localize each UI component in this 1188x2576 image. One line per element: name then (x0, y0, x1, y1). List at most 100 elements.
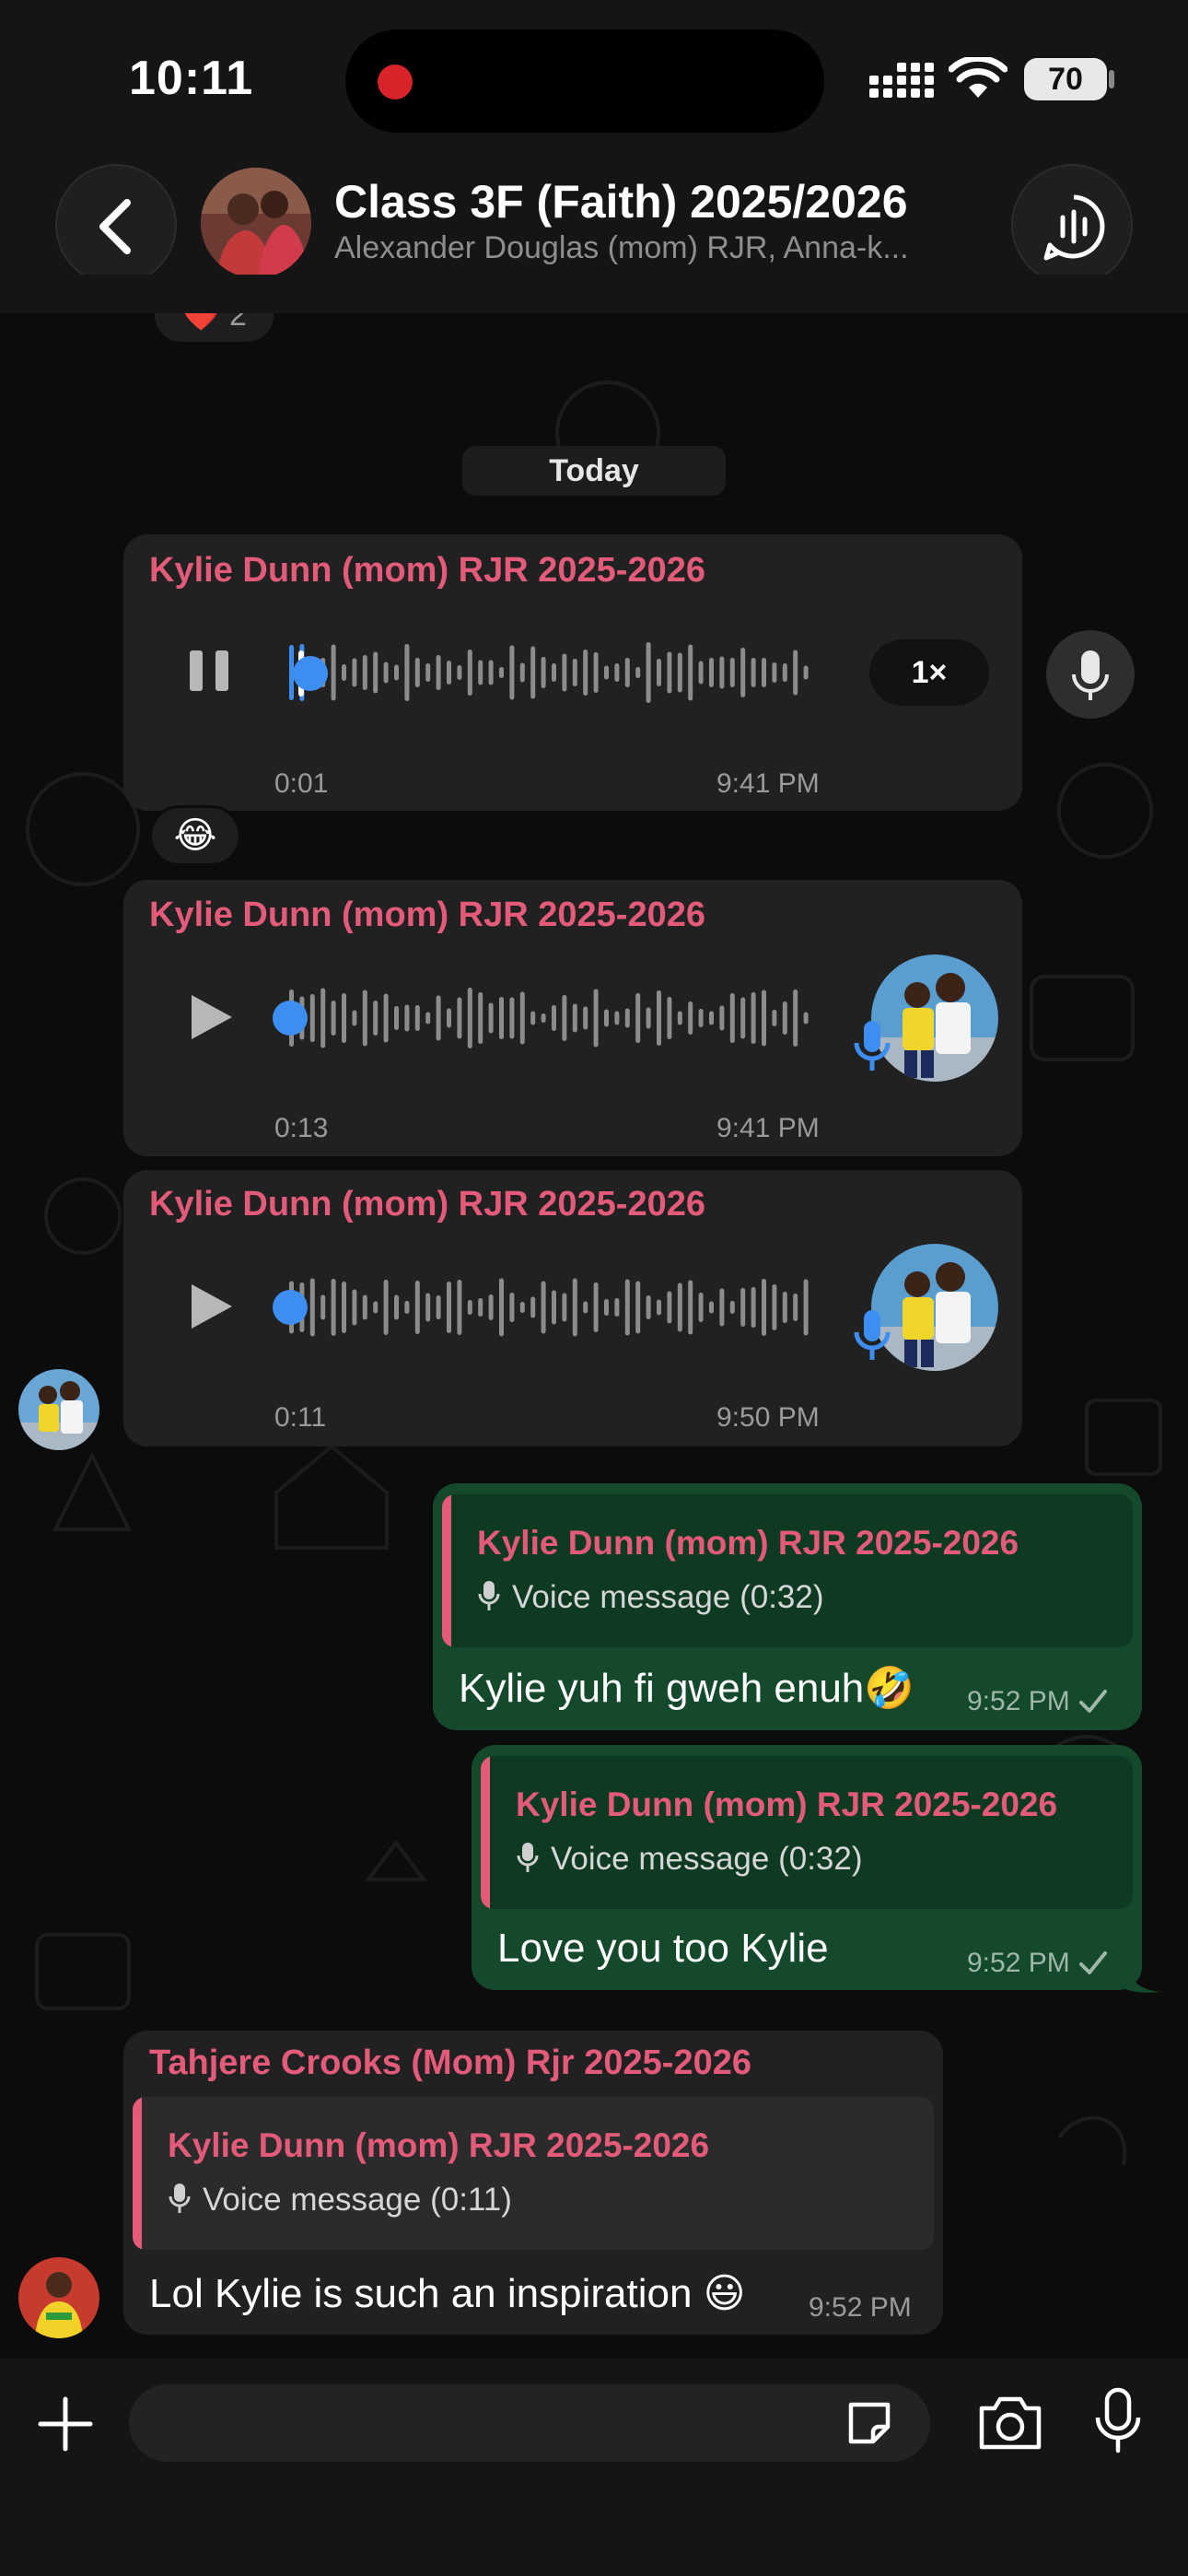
waveform-bar (342, 993, 346, 1043)
sender-name[interactable]: Kylie Dunn (mom) RJR 2025-2026 (149, 551, 705, 591)
waveform-bar (729, 993, 735, 1043)
waveform-bar (467, 988, 472, 1048)
waveform-bar (414, 1281, 420, 1334)
waveform-bar (782, 663, 787, 682)
message-time: 9:52 PM (809, 2292, 912, 2323)
waveform-bar (677, 1282, 682, 1332)
chat-title[interactable]: Class 3F (Faith) 2025/2026 (334, 175, 908, 228)
waveform-bar (352, 1010, 357, 1026)
voice-duration: 0:11 (274, 1402, 327, 1433)
waveform-bar (583, 1301, 588, 1314)
play-icon[interactable] (184, 991, 236, 1043)
waveform-bar (530, 646, 536, 699)
waveform-bar (709, 1011, 714, 1025)
waveform-bar (709, 658, 714, 687)
waveform-bar (342, 1282, 346, 1333)
reply-quote[interactable] (442, 1494, 1133, 1647)
waveform-bar (593, 1282, 599, 1332)
message-text: Love you too Kylie (497, 1926, 829, 1971)
group-avatar[interactable] (201, 168, 311, 278)
status-time: 10:11 (129, 52, 254, 105)
waveform-bar (436, 1295, 441, 1319)
waveform-bar (562, 1293, 567, 1322)
sender-name[interactable]: Tahjere Crooks (Mom) Rjr 2025-2026 (149, 2043, 751, 2083)
waveform-bar (762, 658, 766, 687)
battery-icon (1109, 70, 1114, 88)
wifi-icon (949, 57, 1007, 98)
playback-position-knob[interactable] (293, 656, 328, 691)
waveform-bar (698, 1009, 704, 1027)
playback-position-knob[interactable] (273, 1290, 308, 1325)
plus-icon[interactable] (33, 2392, 98, 2456)
sticker-icon[interactable] (842, 2395, 897, 2451)
waveform-bar (541, 657, 546, 688)
waveform-bar (519, 1302, 525, 1313)
dynamic-island (345, 29, 824, 133)
pause-icon[interactable] (184, 645, 236, 697)
message-text: Kylie yuh fi gweh enuh🤣 (459, 1666, 915, 1711)
playback-position-knob[interactable] (273, 1001, 308, 1036)
waveform[interactable] (285, 981, 820, 1055)
sender-avatar[interactable] (18, 1369, 99, 1450)
waveform-bar (572, 659, 577, 686)
waveform-bar (709, 1301, 714, 1314)
waveform-bar (478, 660, 483, 685)
waveform-bar (803, 1279, 809, 1336)
waveform[interactable] (285, 1270, 820, 1344)
reply-quote[interactable] (133, 2097, 934, 2250)
quote-text: Voice message (0:32) (512, 1579, 824, 1615)
header-overlay (0, 275, 1188, 313)
waveform-bar (425, 1012, 431, 1025)
waveform-bar (772, 662, 777, 683)
waveform-bar (719, 1005, 725, 1031)
waveform-bar (404, 1004, 410, 1032)
voice-duration: 0:01 (274, 768, 329, 799)
back-button[interactable] (55, 164, 177, 286)
waveform-bar (698, 1293, 704, 1322)
waveform-bar (688, 1001, 693, 1035)
waveform-bar (530, 1011, 536, 1025)
waveform[interactable] (285, 636, 820, 709)
waveform-bar (667, 651, 672, 694)
waveform-bar (614, 1011, 620, 1025)
message-reaction[interactable]: 😂 (149, 805, 241, 866)
waveform-bar (309, 1278, 315, 1337)
waveform-bar (646, 1007, 651, 1029)
sender-name[interactable]: Kylie Dunn (mom) RJR 2025-2026 (149, 896, 705, 935)
waveform-bar (635, 1281, 641, 1334)
waveform-bar (499, 1278, 504, 1337)
quote-text: Voice message (0:11) (203, 2182, 512, 2218)
reply-quote[interactable] (481, 1756, 1133, 1909)
message-text: Lol Kylie is such an inspiration 😃 (149, 2271, 746, 2316)
waveform-bar (572, 1003, 577, 1033)
waveform-bar (509, 1293, 515, 1322)
waveform-bar (572, 1278, 577, 1337)
play-icon[interactable] (184, 1281, 236, 1332)
message-time: 9:41 PM (716, 1113, 820, 1143)
waveform-bar (331, 1001, 336, 1036)
waveform-bar (362, 655, 367, 690)
waveform-bar (562, 653, 567, 692)
playback-speed-button[interactable]: 1× (869, 639, 989, 706)
chat-subtitle[interactable]: Alexander Douglas (mom) RJR, Anna-k... (334, 230, 979, 266)
message-input[interactable] (129, 2384, 930, 2462)
group-photo (201, 168, 311, 278)
quote-accent-bar (442, 1494, 451, 1647)
camera-icon[interactable] (976, 2392, 1044, 2453)
sender-name[interactable]: Kylie Dunn (mom) RJR 2025-2026 (149, 1185, 705, 1224)
microphone-icon[interactable] (1092, 2386, 1144, 2458)
waveform-bar (729, 658, 735, 687)
voice-chat-button[interactable] (1011, 164, 1133, 286)
waveform-bar (519, 991, 525, 1045)
waveform-bar (604, 1299, 609, 1316)
sender-avatar[interactable] (18, 2257, 99, 2338)
waveform-bar (646, 1295, 651, 1319)
waveform-bar (342, 664, 346, 681)
waveform-bar (425, 1293, 431, 1322)
waveform-bar (782, 1001, 787, 1035)
waveform-bar (320, 1294, 326, 1320)
waveform-bar (667, 1291, 672, 1324)
waveform-bar (447, 661, 451, 685)
waveform-bar (793, 1294, 798, 1321)
waveform-bar (614, 1298, 620, 1317)
